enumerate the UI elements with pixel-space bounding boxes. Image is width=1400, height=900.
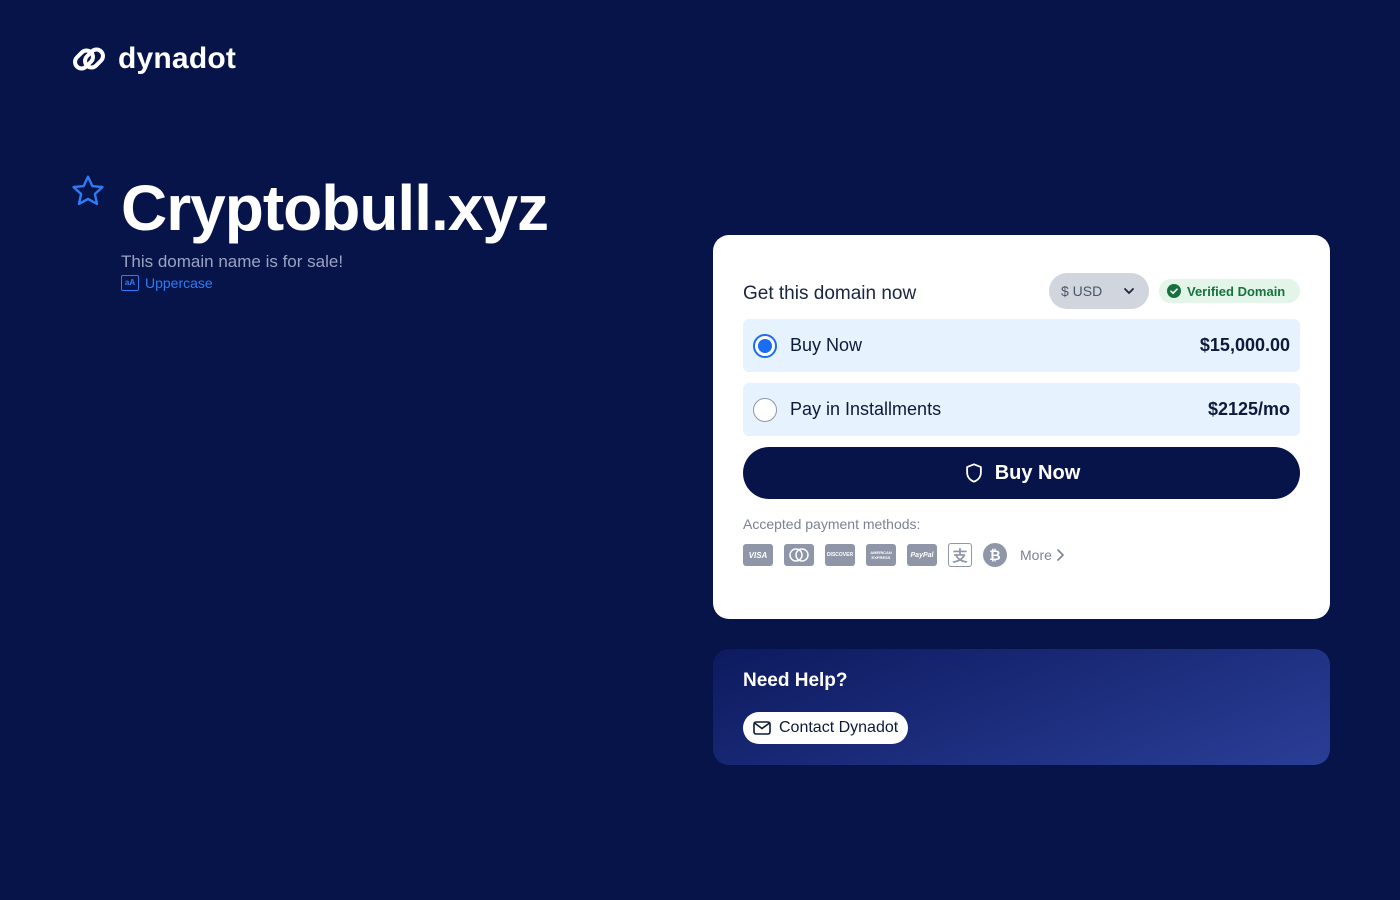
verified-badge: Verified Domain xyxy=(1159,279,1300,303)
radio-selected-icon[interactable] xyxy=(753,333,777,358)
option-label: Pay in Installments xyxy=(790,399,942,419)
currency-value: $ USD xyxy=(1061,283,1103,299)
buy-now-label: Buy Now xyxy=(994,461,1081,484)
mail-icon xyxy=(753,721,771,735)
more-label: More xyxy=(1020,547,1052,563)
favorite-star-icon[interactable] xyxy=(70,173,106,209)
discover-icon: DISCOVER xyxy=(825,544,855,566)
mastercard-icon xyxy=(784,544,814,566)
help-card: Need Help? Contact Dynadot xyxy=(713,649,1330,765)
paypal-icon: PayPal xyxy=(907,544,937,566)
brand-name: dynadot xyxy=(118,42,237,75)
help-title: Need Help? xyxy=(743,670,848,691)
option-price: $15,000.00 xyxy=(1199,335,1290,355)
purchase-title: Get this domain now xyxy=(743,283,917,304)
currency-select[interactable]: $ USD xyxy=(1049,273,1149,309)
alipay-icon: 支 xyxy=(948,543,972,567)
option-label: Buy Now xyxy=(790,335,863,355)
bitcoin-icon: ₿ xyxy=(983,543,1007,567)
verified-label: Verified Domain xyxy=(1187,283,1286,299)
visa-icon: VISA xyxy=(743,544,773,566)
amex-icon: AMERICAN EXPRESS xyxy=(866,544,896,566)
option-price: $2125/mo xyxy=(1207,399,1290,419)
uppercase-label: Uppercase xyxy=(145,275,213,291)
buy-now-button[interactable]: Buy Now xyxy=(743,447,1300,499)
contact-label: Contact Dynadot xyxy=(779,719,899,736)
payment-methods-label: Accepted payment methods: xyxy=(743,516,921,532)
payment-methods-row: VISA DISCOVER AMERICAN EXPRESS PayPal 支 … xyxy=(743,543,1064,567)
domain-title: Cryptobull.xyz xyxy=(121,172,549,244)
chain-link-icon xyxy=(73,47,105,71)
check-circle-icon xyxy=(1167,284,1181,298)
uppercase-toggle[interactable]: aA Uppercase xyxy=(121,275,213,291)
chevron-right-icon xyxy=(1057,549,1064,561)
purchase-card: Get this domain now $ USD Verified Domai… xyxy=(713,235,1330,619)
dynadot-logo[interactable]: dynadot xyxy=(70,40,236,78)
text-case-icon: aA xyxy=(121,275,139,291)
shield-icon xyxy=(965,463,982,483)
chevron-down-icon xyxy=(1124,288,1134,295)
option-buy-now[interactable]: Buy Now $15,000.00 xyxy=(743,319,1300,372)
option-installments[interactable]: Pay in Installments $2125/mo xyxy=(743,383,1300,436)
domain-subtitle: This domain name is for sale! xyxy=(121,252,344,271)
purchase-header: Get this domain now $ USD Verified Domai… xyxy=(743,273,1300,309)
radio-unselected-icon[interactable] xyxy=(753,397,777,422)
contact-dynadot-button[interactable]: Contact Dynadot xyxy=(743,712,909,744)
more-payment-methods-link[interactable]: More xyxy=(1020,547,1064,563)
